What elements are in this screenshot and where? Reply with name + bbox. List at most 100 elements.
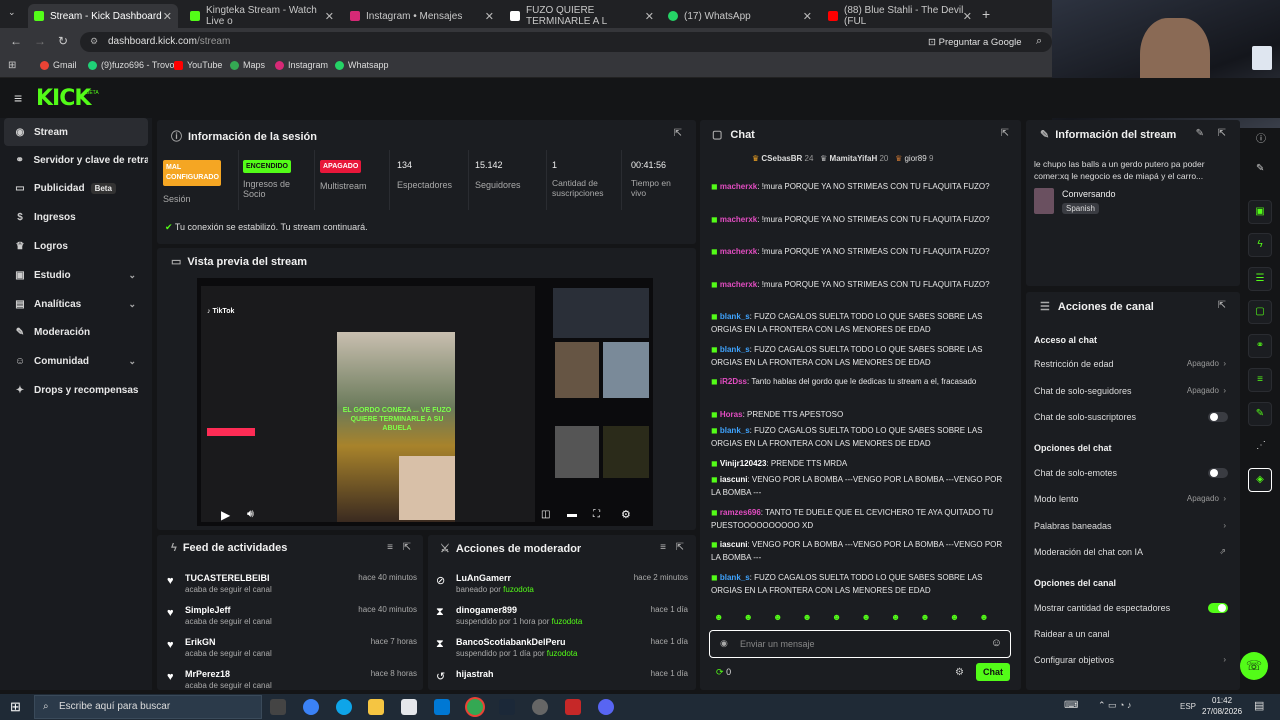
bookmark-youtube[interactable]: YouTube	[174, 60, 222, 70]
settings-icon[interactable]: ⚙	[621, 508, 631, 521]
address-bar[interactable]: dashboard.kick.com/stream	[80, 32, 1052, 52]
volume-icon[interactable]: 🔊︎	[247, 508, 254, 521]
edge-icon[interactable]	[336, 699, 352, 715]
theater-icon[interactable]: ▬	[567, 509, 577, 520]
sidebar-item-stream[interactable]: ◉ Stream	[4, 118, 148, 146]
chat-input[interactable]: ◉ Enviar un mensaje ☺	[709, 630, 1011, 658]
close-icon[interactable]: ✕	[645, 10, 654, 23]
tray-chevron-icon[interactable]: ⌃ ▭ ◔ ♪	[1098, 700, 1131, 711]
windows-start-icon[interactable]: ⊞	[10, 699, 21, 715]
tab-whatsapp[interactable]: (17) WhatsApp ✕	[662, 4, 818, 28]
slow-mode-option[interactable]: Modo lento Apagado ›	[1034, 494, 1230, 504]
rail-list-button[interactable]: ☰	[1248, 267, 1272, 291]
banned-words-option[interactable]: Palabras baneadas ›	[1034, 521, 1230, 531]
emote-bar[interactable]: ☻☻☻☻☻☻☻☻☻☻	[710, 612, 1010, 628]
rail-menu-button[interactable]: ≡	[1248, 368, 1272, 392]
new-tab-button[interactable]: +	[982, 6, 990, 22]
tab-kingteka[interactable]: Kingteka Stream - Watch Live o ✕	[184, 4, 340, 28]
reload-icon[interactable]: ↻	[58, 34, 68, 48]
forward-icon[interactable]: →	[34, 34, 46, 48]
tab-fuzo[interactable]: FUZO QUIERE TERMINARLE A L ✕	[504, 4, 660, 28]
followers-only-option[interactable]: Chat de solo-seguidores Apagado ›	[1034, 386, 1230, 396]
sidebar-item-server[interactable]: ⚭Servidor y clave de retransmisión	[4, 146, 148, 174]
expand-icon[interactable]: ⇱	[403, 542, 411, 553]
close-icon[interactable]: ✕	[163, 10, 172, 23]
tab-youtube[interactable]: (88) Blue Stahli - The Devil (FUL ✕	[822, 4, 978, 28]
mod-action-item[interactable]: ⧗ BancoScotiabankDelPeru suspendido por 1 …	[436, 635, 688, 667]
pip-icon[interactable]: ◫	[541, 509, 550, 520]
steam-icon[interactable]	[499, 699, 515, 715]
expand-icon[interactable]: ⇱	[1218, 128, 1226, 139]
edit-icon[interactable]: ✎	[1196, 128, 1204, 139]
rail-chat-button[interactable]: ▢	[1248, 300, 1272, 324]
copilot-icon[interactable]	[303, 699, 319, 715]
emotes-only-toggle[interactable]	[1208, 468, 1228, 478]
site-info-icon[interactable]: ⚙	[90, 36, 98, 47]
clock-time[interactable]: 01:42	[1212, 696, 1232, 705]
share-icon[interactable]: ⋰	[1256, 440, 1266, 451]
rail-stream-button[interactable]: ▣	[1248, 200, 1272, 224]
rail-bolt-button[interactable]: ϟ	[1248, 233, 1272, 257]
sidebar-item-ads[interactable]: ▭ Publicidad Beta	[4, 174, 148, 202]
sidebar-item-community[interactable]: ☺ Comunidad ⌄	[4, 347, 148, 375]
feed-item[interactable]: ♥ SimpleJeff acaba de seguir el canal hace …	[167, 603, 417, 635]
sidebar-item-moderation[interactable]: ✎ Moderación	[4, 318, 148, 346]
info-icon[interactable]: ⓘ	[1256, 130, 1266, 145]
feed-item[interactable]: ♥ ErikGN acaba de seguir el canal hace 7 ho…	[167, 635, 417, 667]
sidebar-item-analytics[interactable]: ▤ Analíticas ⌄	[4, 290, 148, 318]
ai-moderation-option[interactable]: Moderación del chat con IA ⇗	[1034, 547, 1230, 557]
close-icon[interactable]: ✕	[325, 10, 334, 23]
age-restriction-option[interactable]: Restricción de edad Apagado ›	[1034, 359, 1230, 369]
bookmark-instagram[interactable]: Instagram	[275, 60, 328, 70]
discord-icon[interactable]	[598, 699, 614, 715]
stream-category[interactable]: Conversando	[1062, 189, 1116, 199]
menu-icon[interactable]: ≡	[14, 90, 22, 106]
channel-points[interactable]: ⟳ 0	[716, 667, 731, 678]
chat-settings-icon[interactable]: ⚙	[955, 667, 964, 678]
tab-kick-dashboard[interactable]: Stream - Kick Dashboard ✕	[28, 4, 178, 28]
bookmark-gmail[interactable]: Gmail	[40, 60, 77, 70]
goals-option[interactable]: Configurar objetivos ›	[1034, 655, 1230, 665]
clock-date[interactable]: 27/08/2026	[1202, 707, 1242, 716]
tab-menu-icon[interactable]: ⌄	[8, 7, 16, 18]
app-icon[interactable]	[565, 699, 581, 715]
language-indicator[interactable]: ESP	[1180, 702, 1196, 711]
taskbar-search[interactable]: ⌕ Escribe aquí para buscar	[34, 695, 262, 719]
help-button[interactable]: ☏	[1240, 652, 1268, 680]
rail-tool-button[interactable]: ✎	[1248, 402, 1272, 426]
raid-option[interactable]: Raidear a un canal	[1034, 629, 1230, 639]
kick-logo[interactable]: KICK	[36, 86, 91, 111]
emoji-icon[interactable]: ☺	[991, 637, 1002, 649]
pencil-icon[interactable]: ✎	[1256, 163, 1264, 174]
subscribers-only-toggle[interactable]	[1208, 412, 1228, 422]
task-view-icon[interactable]	[270, 699, 286, 715]
filter-icon[interactable]: ≡	[660, 542, 666, 553]
bookmark-trovo[interactable]: (9)fuzo696 - Trovo	[88, 60, 175, 70]
mail-icon[interactable]	[434, 699, 450, 715]
keyboard-icon[interactable]: ⌨	[1064, 700, 1078, 711]
show-viewers-toggle[interactable]	[1208, 603, 1228, 613]
zoom-icon[interactable]: ⌕	[1036, 35, 1042, 48]
expand-icon[interactable]: ⇱	[1218, 300, 1226, 311]
chrome-icon[interactable]	[467, 699, 483, 715]
close-icon[interactable]: ✕	[963, 10, 972, 23]
mod-action-item[interactable]: ⧗ dinogamer899 suspendido por 1 hora por f…	[436, 603, 688, 635]
sidebar-item-studio[interactable]: ▣ Estudio ⌄	[4, 261, 148, 289]
rail-link-button[interactable]: ⚭	[1248, 334, 1272, 358]
notification-icon[interactable]: ▤	[1254, 699, 1264, 712]
chat-send-button[interactable]: Chat	[976, 663, 1010, 681]
store-icon[interactable]	[401, 699, 417, 715]
close-icon[interactable]: ✕	[485, 10, 494, 23]
back-icon[interactable]: ←	[10, 34, 22, 48]
ask-google-button[interactable]: ⊡ Preguntar a Google	[928, 37, 1022, 48]
sidebar-item-income[interactable]: $ Ingresos	[4, 203, 148, 231]
sidebar-item-achievements[interactable]: ♛ Logros	[4, 232, 148, 260]
expand-icon[interactable]: ⇱	[676, 542, 684, 553]
play-icon[interactable]: ▶	[221, 508, 230, 522]
bookmark-whatsapp[interactable]: Whatsapp	[335, 60, 389, 70]
close-icon[interactable]: ✕	[803, 10, 812, 23]
apps-grid-icon[interactable]: ⊞	[8, 60, 16, 71]
obs-icon[interactable]	[532, 699, 548, 715]
sidebar-item-drops[interactable]: ✦ Drops y recompensas	[4, 376, 148, 404]
expand-icon[interactable]: ⇱	[674, 128, 682, 139]
